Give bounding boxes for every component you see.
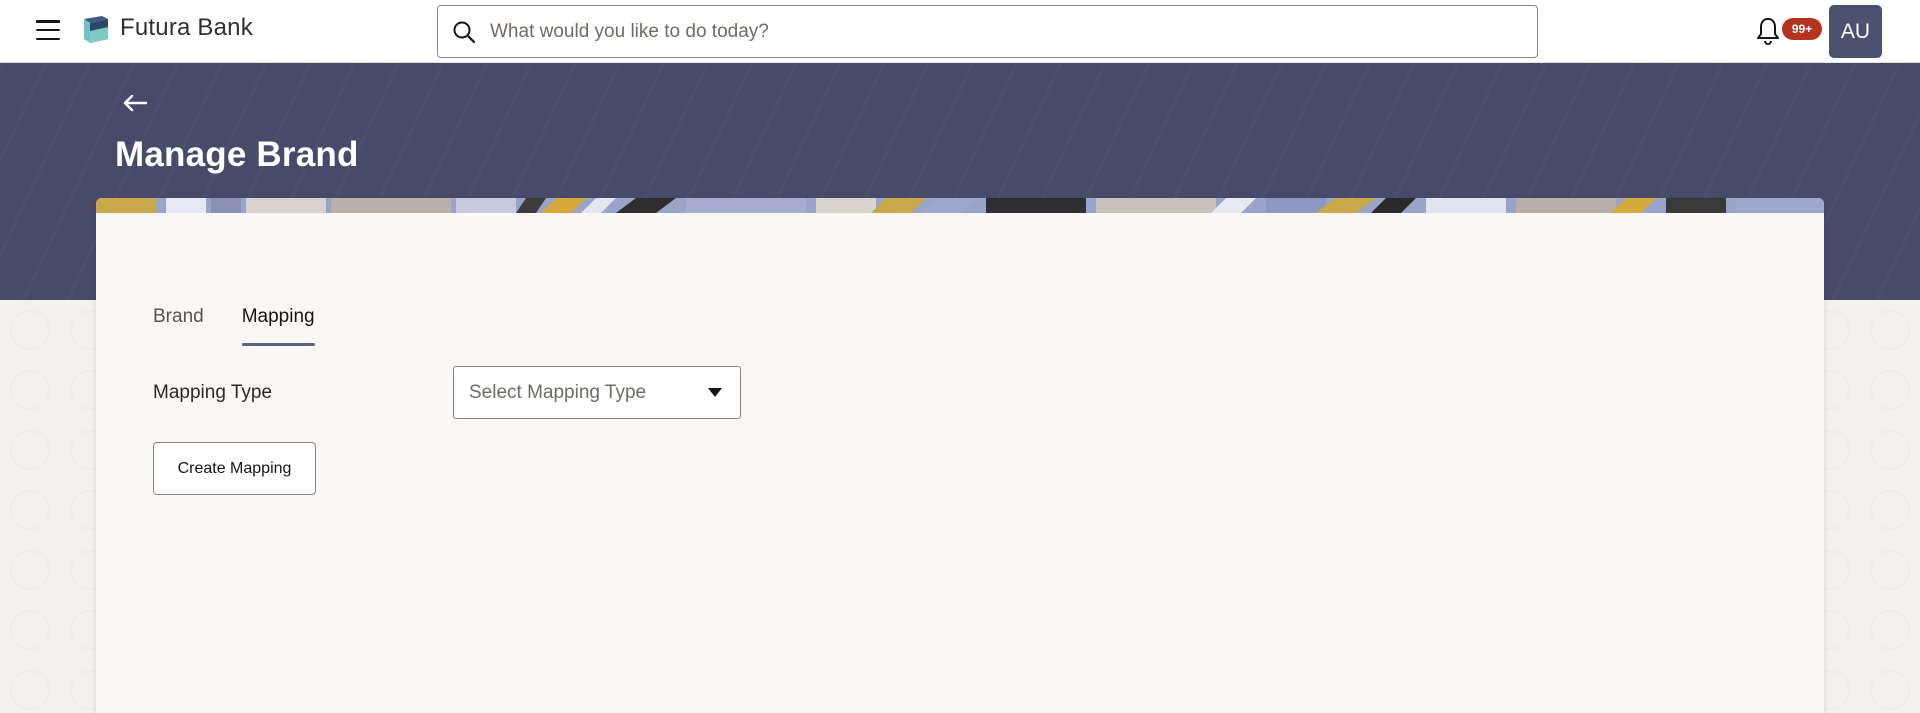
caret-down-icon <box>708 388 722 397</box>
create-mapping-button[interactable]: Create Mapping <box>153 442 316 495</box>
arrow-left-icon[interactable] <box>122 93 148 113</box>
mapping-type-value: Select Mapping Type <box>469 382 647 403</box>
mapping-type-select[interactable]: Select Mapping Type <box>453 366 741 419</box>
top-header: Futura Bank 99+ AU <box>0 0 1920 63</box>
tab-mapping[interactable]: Mapping <box>241 302 315 346</box>
tab-brand[interactable]: Brand <box>153 302 204 346</box>
page-title: Manage Brand <box>115 135 359 174</box>
user-avatar[interactable]: AU <box>1829 5 1882 58</box>
hamburger-menu-icon[interactable] <box>36 20 60 40</box>
content-card: Brand Mapping Mapping Type Select Mappin… <box>96 198 1824 713</box>
brand-name[interactable]: Futura Bank <box>120 14 253 42</box>
tab-bar: Brand Mapping <box>153 302 353 346</box>
card-banner-pattern <box>96 198 1824 213</box>
search-bar[interactable] <box>437 5 1538 58</box>
notification-badge: 99+ <box>1782 18 1822 40</box>
bell-icon[interactable] <box>1755 16 1781 46</box>
search-input[interactable] <box>490 16 1520 48</box>
search-icon <box>453 21 476 44</box>
mapping-type-label: Mapping Type <box>153 382 273 403</box>
bank-logo-icon <box>84 16 108 43</box>
